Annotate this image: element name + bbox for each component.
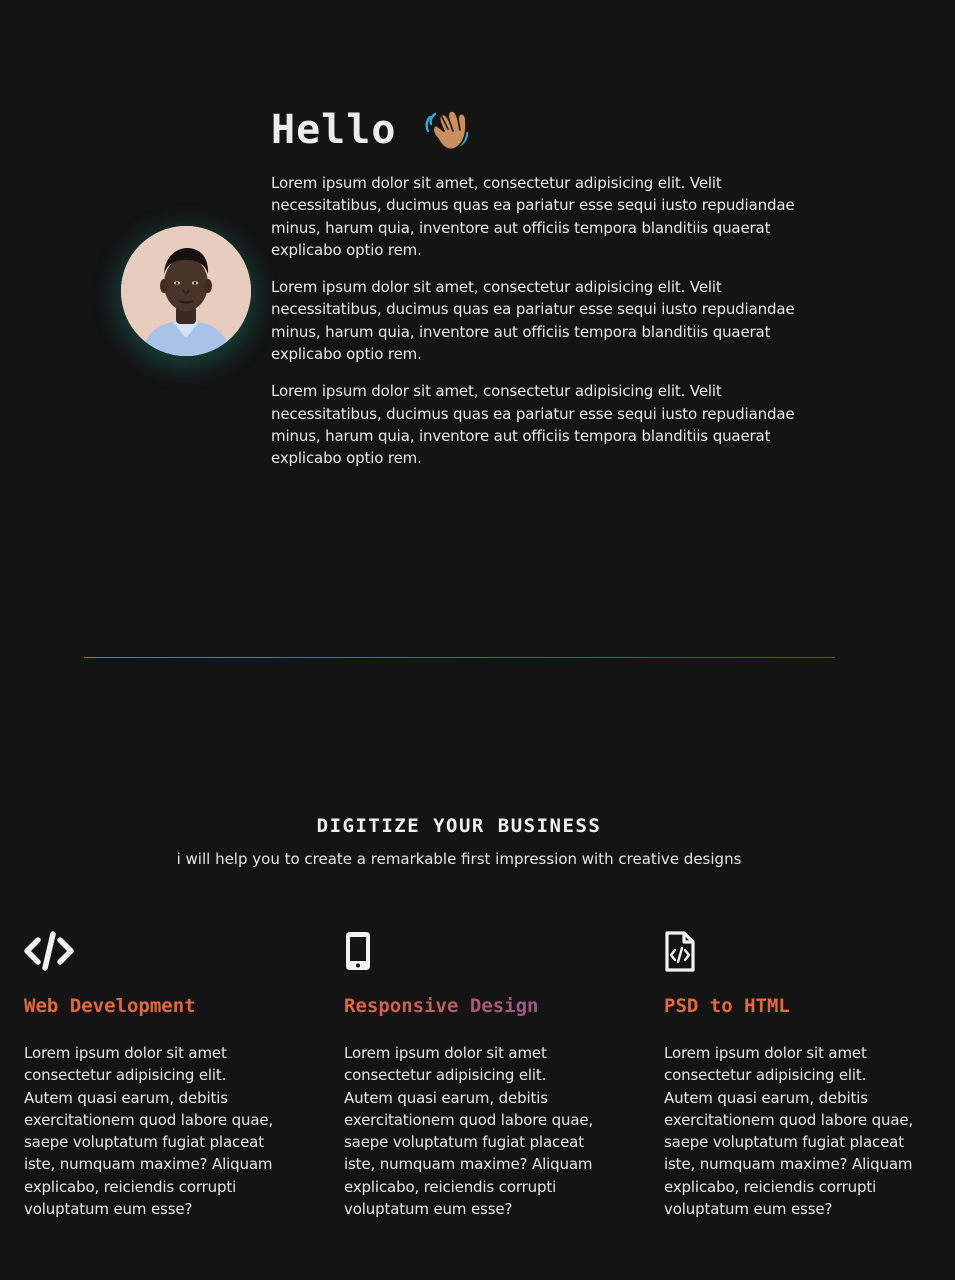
- intro-paragraph: Lorem ipsum dolor sit amet, consectetur …: [271, 278, 795, 364]
- section-divider: [84, 657, 835, 658]
- intro-paragraph: Lorem ipsum dolor sit amet, consectetur …: [271, 174, 795, 259]
- services-header: DIGITIZE YOUR BUSINESS i will help you t…: [0, 812, 918, 870]
- services-subtitle: i will help you to create a remarkable f…: [176, 850, 742, 868]
- service-description: Lorem ipsum dolor sit amet consectetur a…: [664, 1044, 914, 1219]
- services-title: DIGITIZE YOUR BUSINESS: [316, 815, 602, 837]
- service-description: Lorem ipsum dolor sit amet consectetur a…: [24, 1044, 274, 1219]
- mobile-phone-icon: [344, 930, 594, 974]
- service-title: Responsive Design: [344, 992, 594, 1020]
- service-title: Web Development: [24, 995, 196, 1017]
- avatar: [121, 226, 251, 356]
- service-card-web-development: Web Development Lorem ipsum dolor sit am…: [24, 930, 274, 1220]
- service-card-responsive-design: Responsive Design Lorem ipsum dolor sit …: [344, 930, 594, 1220]
- waving-hand-icon: [422, 105, 472, 155]
- code-icon: [24, 930, 274, 974]
- intro-paragraph: Lorem ipsum dolor sit amet, consectetur …: [271, 382, 795, 468]
- code-file-icon: [664, 930, 914, 974]
- service-title: PSD to HTML: [664, 995, 790, 1017]
- page-title: Hello: [271, 107, 397, 153]
- intro-section: Hello Lorem ipsum dolor sit amet, consec…: [0, 0, 955, 520]
- service-card-psd-to-html: PSD to HTML Lorem ipsum dolor sit amet c…: [664, 930, 914, 1220]
- avatar-portrait-image: [121, 226, 251, 356]
- hello-heading-row: Hello: [271, 100, 831, 160]
- intro-text: Hello Lorem ipsum dolor sit amet, consec…: [271, 100, 831, 485]
- service-description: Lorem ipsum dolor sit amet consectetur a…: [344, 1044, 594, 1219]
